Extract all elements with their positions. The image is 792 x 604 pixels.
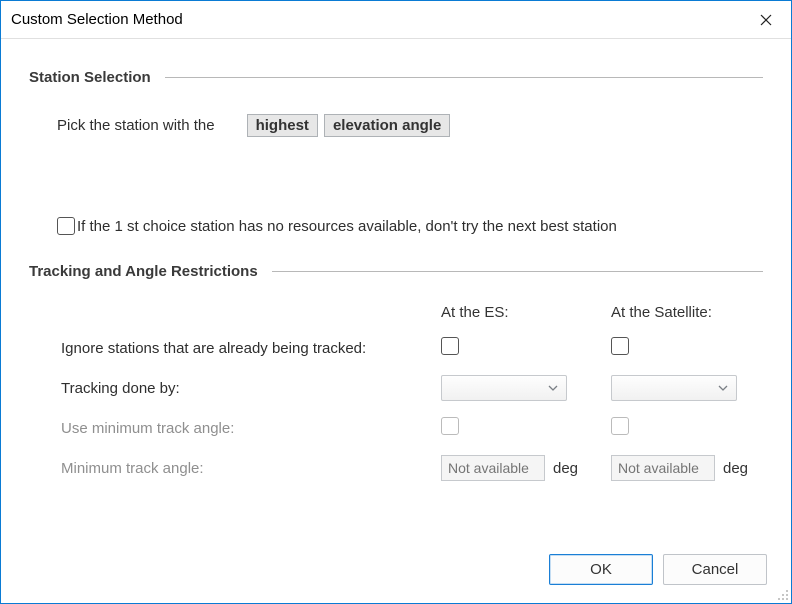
use-min-angle-sat-checkbox [611, 417, 629, 435]
pick-order-selector[interactable]: highest [247, 114, 318, 137]
cancel-button[interactable]: Cancel [663, 554, 767, 585]
window-title: Custom Selection Method [11, 11, 743, 28]
dialog-content: Station Selection Pick the station with … [1, 39, 791, 603]
column-header-es: At the ES: [441, 304, 611, 321]
section-divider [165, 77, 763, 78]
min-angle-es-input [441, 455, 545, 481]
use-min-angle-es-checkbox [441, 417, 459, 435]
row-label-min-angle: Minimum track angle: [61, 460, 441, 477]
row-label-use-min-angle: Use minimum track angle: [61, 420, 441, 437]
section-label: Tracking and Angle Restrictions [29, 263, 258, 280]
tracking-by-es-dropdown[interactable] [441, 375, 567, 401]
row-label-ignore: Ignore stations that are already being t… [61, 340, 441, 357]
unit-label: deg [553, 460, 578, 477]
ignore-sat-checkbox[interactable] [611, 337, 629, 355]
dialog-buttons: OK Cancel [549, 554, 767, 585]
pick-row: Pick the station with the highest elevat… [57, 114, 763, 137]
section-tracking: Tracking and Angle Restrictions [29, 263, 763, 280]
unit-label: deg [723, 460, 748, 477]
pick-criterion-selector[interactable]: elevation angle [324, 114, 450, 137]
close-button[interactable] [743, 5, 789, 35]
dialog-window: Custom Selection Method Station Selectio… [0, 0, 792, 604]
fallback-row: If the 1 st choice station has no resour… [57, 217, 763, 235]
chevron-down-icon [548, 385, 558, 391]
fallback-checkbox[interactable] [57, 217, 75, 235]
row-label-tracking-by: Tracking done by: [61, 380, 441, 397]
tracking-by-sat-dropdown[interactable] [611, 375, 737, 401]
ok-button[interactable]: OK [549, 554, 653, 585]
resize-grip[interactable] [775, 587, 789, 601]
chevron-down-icon [718, 385, 728, 391]
ignore-es-checkbox[interactable] [441, 337, 459, 355]
column-header-sat: At the Satellite: [611, 304, 781, 321]
section-station-selection: Station Selection [29, 69, 763, 86]
close-icon [760, 14, 772, 26]
pick-selectors: highest elevation angle [247, 114, 451, 137]
fallback-label: If the 1 st choice station has no resour… [77, 218, 617, 235]
tracking-grid: At the ES: At the Satellite: Ignore stat… [61, 304, 763, 481]
min-angle-sat-input [611, 455, 715, 481]
pick-lead-label: Pick the station with the [57, 117, 215, 134]
section-divider [272, 271, 763, 272]
title-bar: Custom Selection Method [1, 1, 791, 39]
section-label: Station Selection [29, 69, 151, 86]
